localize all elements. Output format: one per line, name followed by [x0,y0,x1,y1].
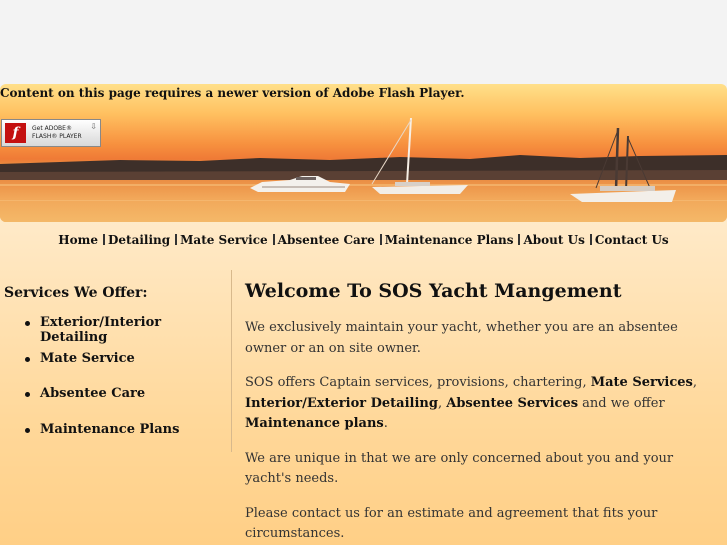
get-flash-player-button[interactable]: f Get ADOBE® FLASH® PLAYER ⇩ [1,119,101,147]
services-text-2: , [692,375,697,390]
header-banner: Content on this page requires a newer ve… [0,84,727,222]
nav-maintenance-plans-link[interactable]: Maintenance Plans [385,233,514,247]
services-paragraph: SOS offers Captain services, provisions,… [245,373,720,435]
flash-logo-icon: f [5,123,26,143]
services-text-3: , [437,395,447,411]
nav-separator [102,234,105,245]
flash-badge-line1: Get ADOBE® [32,125,72,132]
intro-paragraph: We exclusively maintain your yacht, whet… [245,320,678,356]
sunset-harbor-photo [0,117,727,222]
service-item-mate-service: Mate Service [22,351,226,387]
nav-mate-service-link[interactable]: Mate Service [180,233,268,247]
service-item-maintenance-plans: Maintenance Plans [22,422,226,458]
services-sidebar: Services We Offer: Exterior/Interior Det… [4,285,226,457]
column-divider [231,270,232,452]
absentee-services-highlight: Absentee Services [446,395,579,411]
flash-badge-line2: FLASH® PLAYER [32,133,82,140]
flash-upgrade-message: Content on this page requires a newer ve… [0,86,465,100]
services-text-4: and we offer [578,395,665,411]
nav-detailing-link[interactable]: Detailing [108,233,170,247]
unique-paragraph: We are unique in that we are only concer… [245,450,674,487]
services-text-1: SOS offers Captain services, provisions,… [245,375,591,390]
main-content: Welcome To SOS Yacht Mangement We exclus… [245,279,720,545]
download-arrow-icon: ⇩ [90,122,97,131]
page-title: Welcome To SOS Yacht Mangement [245,280,622,302]
nav-separator [589,234,592,245]
service-item-absentee-care: Absentee Care [22,386,226,422]
nav-separator [379,234,382,245]
service-item-detailing: Exterior/Interior Detailing [22,315,226,351]
nav-separator [518,234,521,245]
detailing-highlight: Interior/Exterior Detailing [245,395,438,411]
nav-home-link[interactable]: Home [58,233,98,247]
services-list: Exterior/Interior Detailing Mate Service… [4,315,226,457]
services-heading: Services We Offer: [4,285,148,301]
maintenance-plans-highlight: Maintenance plans [245,416,384,431]
mate-services-highlight: Mate Services [590,375,693,390]
services-text-5: . [383,416,388,431]
nav-absentee-care-link[interactable]: Absentee Care [278,233,375,247]
nav-about-us-link[interactable]: About Us [523,233,584,247]
main-navigation: Home Detailing Mate Service Absentee Care Ma… [0,233,727,247]
contact-paragraph: Please contact us for an estimate and ag… [245,505,658,542]
nav-contact-us-link[interactable]: Contact Us [595,233,669,247]
nav-separator [272,234,275,245]
nav-separator [175,234,178,245]
